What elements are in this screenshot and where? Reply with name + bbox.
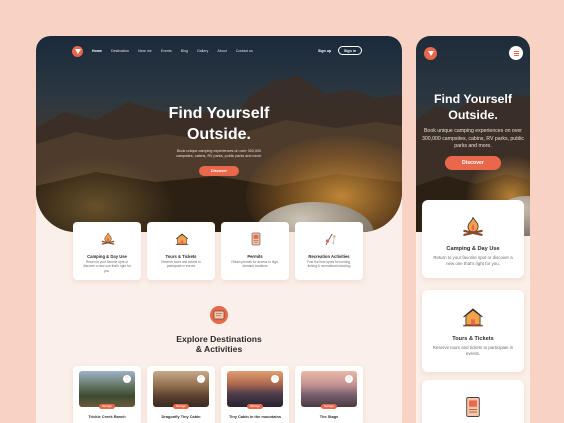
feature-desc: Reserve tours and tickets to participate… [432, 345, 514, 356]
destination-name: Trickle Creek Ranch [88, 414, 126, 419]
destination-card[interactable]: ♡ Bethage Tiny Cabin in the mountains [221, 366, 289, 423]
heart-icon[interactable]: ♡ [271, 375, 279, 383]
fishing-icon [325, 233, 336, 246]
feature-desc: Return to your favorite spot or discover… [83, 260, 131, 273]
feature-title: Tours & Tickets [165, 254, 197, 259]
feature-desc: Return to your favorite spot or discover… [433, 255, 513, 266]
mobile-hero-subtitle: Book unique camping experiences on over … [422, 128, 524, 150]
tent-logo-icon[interactable] [72, 46, 83, 57]
explore-heading-line2: & Activities [195, 344, 243, 354]
destination-card[interactable]: ♡ Bethage Dragonfly Tiny Cabin [147, 366, 215, 423]
feature-title: Permits [247, 254, 263, 259]
desktop-mockup: Home Destination Near me Events Blog Gal… [36, 36, 402, 423]
feature-title: Recreation Activities [308, 254, 350, 259]
destination-card[interactable]: ♡ Bethage The Stage [295, 366, 363, 423]
explore-heading: Explore Destinations & Activities [156, 334, 282, 354]
nav-item-contact[interactable]: Contact us [236, 49, 253, 53]
top-nav: Home Destination Near me Events Blog Gal… [36, 36, 402, 66]
nav-item-about[interactable]: About [217, 49, 226, 53]
feature-desc: Find the best spots for hunting, fishing… [307, 260, 351, 269]
nav-item-home[interactable]: Home [92, 49, 102, 53]
discover-button[interactable]: Discover [199, 166, 239, 176]
sign-in-button[interactable]: Sign in [338, 46, 362, 55]
destination-card[interactable]: ♡ Bethage Trickle Creek Ranch [73, 366, 141, 423]
permit-icon [251, 232, 261, 246]
feature-title: Camping & Day Use [87, 254, 127, 259]
feature-card-camping[interactable]: Camping & Day Use Return to your favorit… [73, 222, 141, 280]
sign-up-link[interactable]: Sign up [318, 49, 331, 53]
location-tag: Bethage [247, 404, 263, 409]
heart-icon[interactable]: ♡ [123, 375, 131, 383]
mobile-feature-card-tours[interactable]: Tours & Tickets Reserve tours and ticket… [422, 290, 524, 372]
feature-card-tours[interactable]: Tours & Tickets Reserve tours and ticket… [147, 222, 215, 280]
feature-desc: Obtain permits for access to high-demand… [231, 260, 279, 269]
mobile-discover-button[interactable]: Discover [445, 156, 501, 170]
nav-item-destination[interactable]: Destination [111, 49, 129, 53]
tent-logo-icon[interactable] [424, 47, 437, 60]
cabin-icon [463, 308, 483, 327]
hero-title: Find Yourself Outside. [168, 105, 270, 143]
heart-icon[interactable]: ♡ [345, 375, 353, 383]
hamburger-menu-icon[interactable] [509, 46, 523, 60]
feature-card-recreation[interactable]: Recreation Activities Find the best spot… [295, 222, 363, 280]
mobile-feature-card-camping[interactable]: Camping & Day Use Return to your favorit… [422, 200, 524, 278]
nav-item-events[interactable]: Events [161, 49, 172, 53]
location-tag: Bethage [173, 404, 189, 409]
feature-title: Tours & Tickets [452, 336, 494, 342]
hero-subtitle: Book unique camping experiences on over … [176, 149, 262, 159]
nav-item-blog[interactable]: Blog [181, 49, 188, 53]
mobile-hero-title: Find Yourself Outside. [433, 92, 513, 122]
destination-name: The Stage [319, 414, 339, 419]
nav-item-near-me[interactable]: Near me [138, 49, 152, 53]
destination-name: Dragonfly Tiny Cabin [161, 414, 201, 419]
location-tag: Bethage [321, 404, 337, 409]
explore-heading-line1: Explore Destinations [176, 334, 262, 344]
cabin-icon [175, 233, 189, 245]
destination-name: Tiny Cabin in the mountains [228, 414, 282, 419]
explore-ticket-icon [210, 306, 228, 324]
mobile-feature-card-permits[interactable] [422, 380, 524, 423]
campfire-icon [463, 216, 483, 236]
feature-card-permits[interactable]: Permits Obtain permits for access to hig… [221, 222, 289, 280]
feature-title: Camping & Day Use [446, 246, 500, 252]
heart-icon[interactable]: ♡ [197, 375, 205, 383]
permit-icon [466, 397, 480, 417]
mobile-mockup: Find Yourself Outside. Book unique campi… [416, 36, 530, 423]
nav-item-gallery[interactable]: Gallery [197, 49, 208, 53]
nav-links: Home Destination Near me Events Blog Gal… [92, 49, 253, 53]
feature-desc: Reserve tours and tickets to participate… [161, 260, 201, 269]
campfire-icon [101, 232, 115, 245]
location-tag: Bethage [99, 404, 115, 409]
